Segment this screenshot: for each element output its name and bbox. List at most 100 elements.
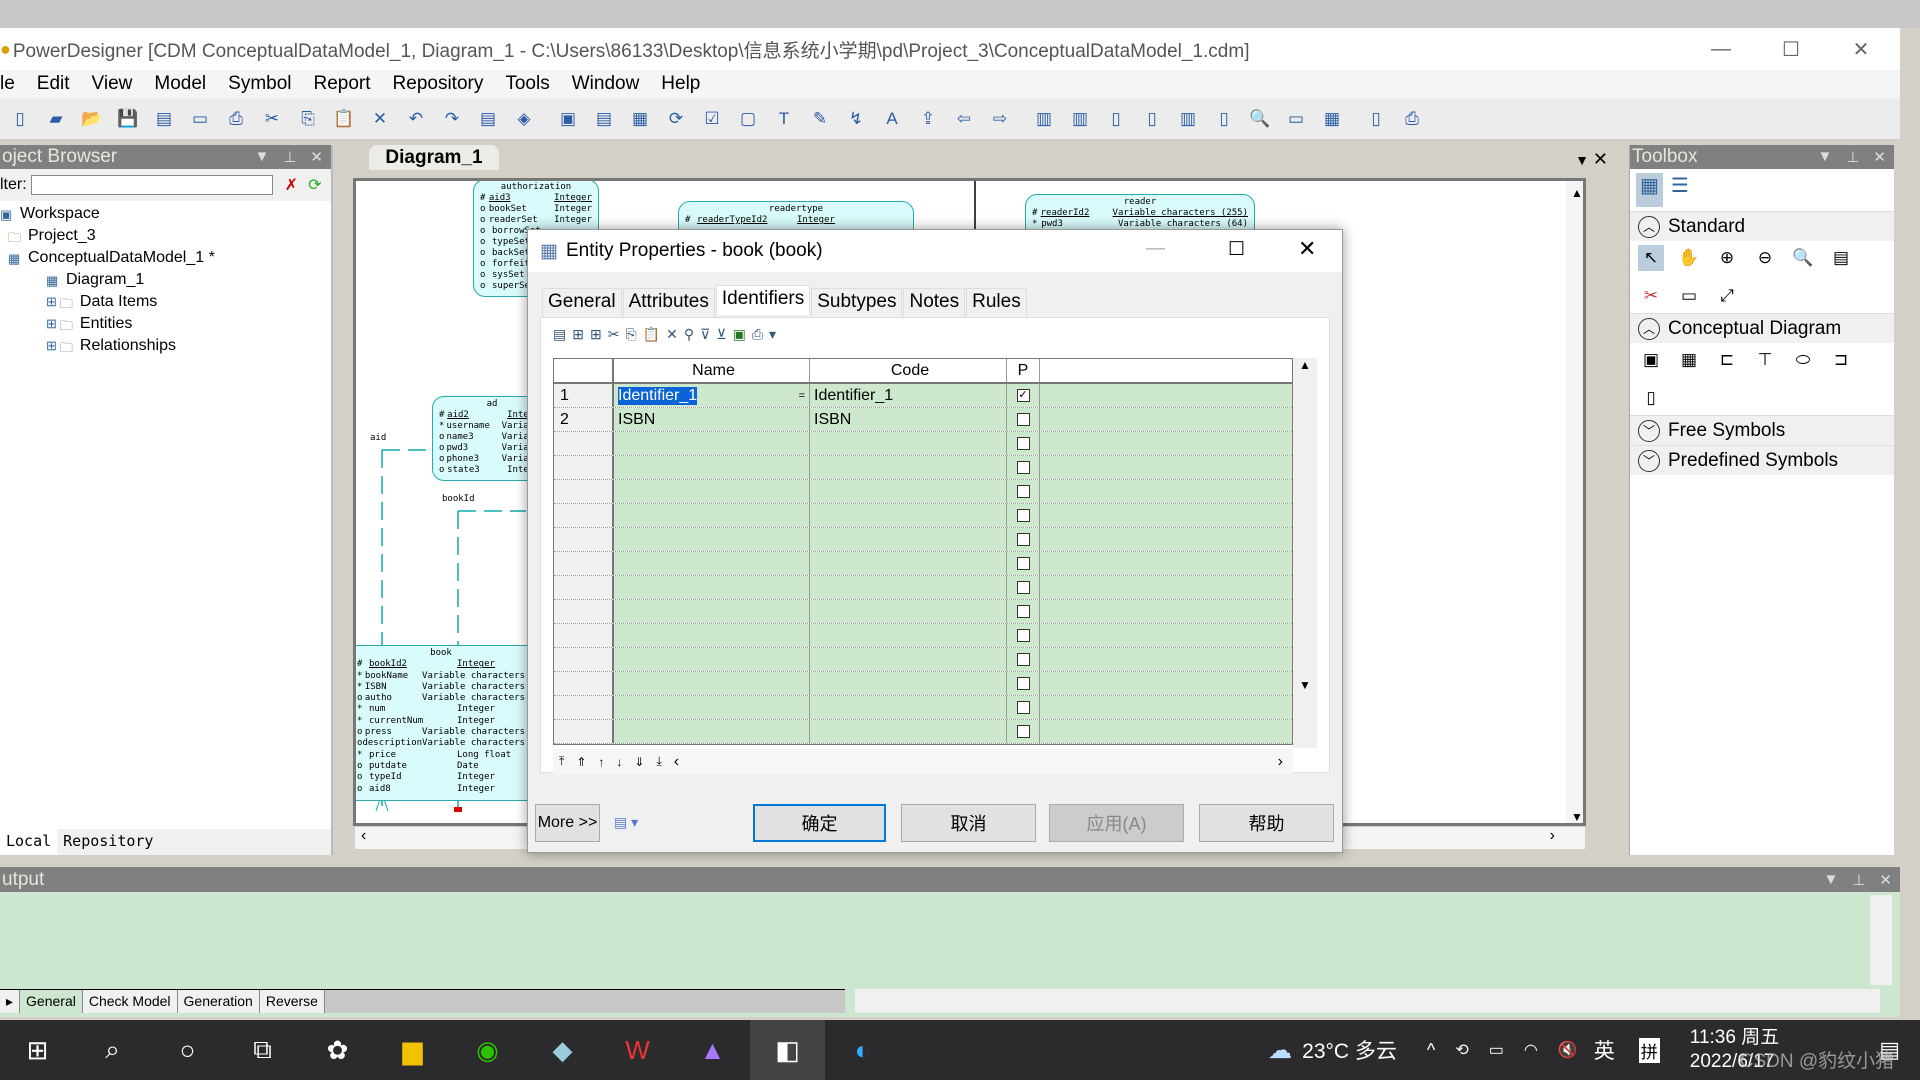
name-cell[interactable] [614,504,810,527]
primary-checkbox[interactable] [1016,557,1030,570]
tree-item[interactable]: ▦ Diagram_1 [0,269,331,291]
excel-icon[interactable]: ▣ [733,326,746,343]
delete-icon[interactable]: ✕ [666,326,678,343]
view1-icon[interactable]: ▥ [1030,105,1058,133]
toolbox-section-free-symbols[interactable]: ﹀ Free Symbols [1630,415,1894,445]
output-tab-generation[interactable]: Generation [177,990,260,1013]
menu-edit[interactable]: Edit [37,73,70,95]
association-link-icon[interactable]: ⊐ [1828,347,1854,373]
name-cell[interactable] [614,648,810,671]
table-row[interactable]: 1 Identifier_1 = Identifier_1 ✓ [554,384,1292,408]
name-cell[interactable] [614,456,810,479]
row-number[interactable] [554,576,614,599]
more-button[interactable]: More >> [535,804,600,842]
table-row[interactable] [554,600,1292,624]
row-number[interactable] [554,552,614,575]
primary-checkbox[interactable] [1016,509,1030,522]
weather-text[interactable]: 23°C 多云 [1302,1035,1397,1065]
view2-icon[interactable]: ▥ [1066,105,1094,133]
task-view-icon[interactable]: ⧉ [225,1020,300,1080]
dropdown-icon[interactable]: ▾ [769,326,776,343]
file-icon[interactable]: ▯ [1638,385,1664,411]
output-horizontal-scrollbar[interactable] [855,989,1880,1013]
name-cell[interactable] [614,600,810,623]
row-number[interactable] [554,504,614,527]
apply-button[interactable]: 应用(A) [1049,804,1184,842]
tab-notes[interactable]: Notes [903,288,966,318]
name-cell[interactable] [614,720,810,743]
new-project-icon[interactable]: ▰ [42,105,70,133]
code-cell[interactable] [810,696,1007,719]
menu-model[interactable]: Model [154,73,206,95]
ok-button[interactable]: 确定 [753,804,886,842]
large-icons-view-icon[interactable]: ▦ [1636,173,1663,207]
code-cell[interactable]: Identifier_1 [810,384,1007,407]
preview-icon[interactable]: ▯ [1362,105,1390,133]
row-number[interactable] [554,648,614,671]
tree-item[interactable]: ▣ Workspace [0,203,331,225]
filter-icon[interactable]: ⊽ [700,326,710,343]
report-icon[interactable]: ▤ [590,105,618,133]
canvas-vertical-scrollbar[interactable]: ▲ ▼ [1566,181,1583,823]
row-number[interactable] [554,672,614,695]
pin-icon[interactable]: ⊥ [1846,148,1859,166]
app-icon[interactable]: ◆ [525,1020,600,1080]
grid-vertical-scrollbar[interactable]: ▲ ▼ [1293,358,1317,748]
name-cell[interactable] [614,696,810,719]
undo-icon[interactable]: ↶ [402,105,430,133]
menu-repository[interactable]: Repository [393,73,484,95]
row-number[interactable]: 2 [554,408,614,431]
view5-icon[interactable]: ▥ [1174,105,1202,133]
search-icon[interactable]: ⌕ [75,1020,150,1080]
open-package-icon[interactable]: 🔍 [1790,245,1816,271]
row-number[interactable] [554,456,614,479]
toolbox-section-standard[interactable]: ︿ Standard [1630,211,1894,241]
table-row[interactable]: 2 ISBN ISBN [554,408,1292,432]
tab-repository[interactable]: Repository [57,829,159,855]
entity-icon[interactable]: ▦ [1676,347,1702,373]
print-icon[interactable]: ⎙ [752,326,763,343]
zoom-out-icon[interactable]: ⊖ [1752,245,1778,271]
dropdown-icon[interactable]: ▼ [254,148,269,166]
primary-checkbox[interactable] [1016,725,1030,738]
tray-chevron-icon[interactable]: ^ [1427,1040,1435,1061]
cut-icon[interactable]: ✂ [608,326,620,343]
tree-item[interactable]: ⊞ 🗀 Entities [0,313,331,335]
name-cell[interactable] [614,672,810,695]
entity-book[interactable]: book # bookId2 Integer * bookName Variable cha… [356,645,532,801]
open-icon[interactable]: 📂 [78,105,106,133]
name-cell[interactable] [614,552,810,575]
clock[interactable]: 11:36 周五 2022/6/17 CSDN @豹纹小猪 [1690,1026,1894,1074]
tree-item[interactable]: ⊞ 🗀 Relationships [0,335,331,357]
row-number[interactable] [554,432,614,455]
cell-dropdown-icon[interactable]: = [799,390,805,402]
paste-icon[interactable]: 📋 [330,105,358,133]
dropdown-icon[interactable]: ▼ [1575,152,1589,168]
inheritance-icon[interactable]: ⊤ [1752,347,1778,373]
tab-attributes[interactable]: Attributes [622,288,715,318]
tab-diagram[interactable]: Diagram_1 [369,145,499,170]
list-view-icon[interactable]: ☰ [1671,173,1689,207]
tab-identifiers[interactable]: Identifiers [715,285,811,315]
back-icon[interactable]: ⇦ [950,105,978,133]
menu-le[interactable]: le [0,73,15,95]
close-icon[interactable]: ✕ [1873,148,1886,166]
name-cell[interactable] [614,432,810,455]
toolbox-section-conceptual[interactable]: ︿ Conceptual Diagram [1630,313,1894,343]
package-icon[interactable]: ▣ [1638,347,1664,373]
save-icon[interactable]: 💾 [114,105,142,133]
row-number[interactable] [554,600,614,623]
maximize-button[interactable]: ☐ [1756,28,1826,70]
code-cell[interactable] [810,432,1007,455]
start-icon[interactable]: ⊞ [0,1020,75,1080]
check-icon[interactable]: ☑ [698,105,726,133]
add-row-icon[interactable]: ⊞ [590,326,602,343]
dropdown-icon[interactable]: ▼ [1817,148,1832,166]
association-icon[interactable]: ⬭ [1790,347,1816,373]
note-icon[interactable]: ▭ [1676,283,1702,309]
table-row[interactable] [554,432,1292,456]
table-row[interactable] [554,696,1292,720]
primary-checkbox[interactable] [1016,629,1030,642]
code-cell[interactable] [810,576,1007,599]
clear-filter-icon[interactable]: ✗ [285,175,298,195]
